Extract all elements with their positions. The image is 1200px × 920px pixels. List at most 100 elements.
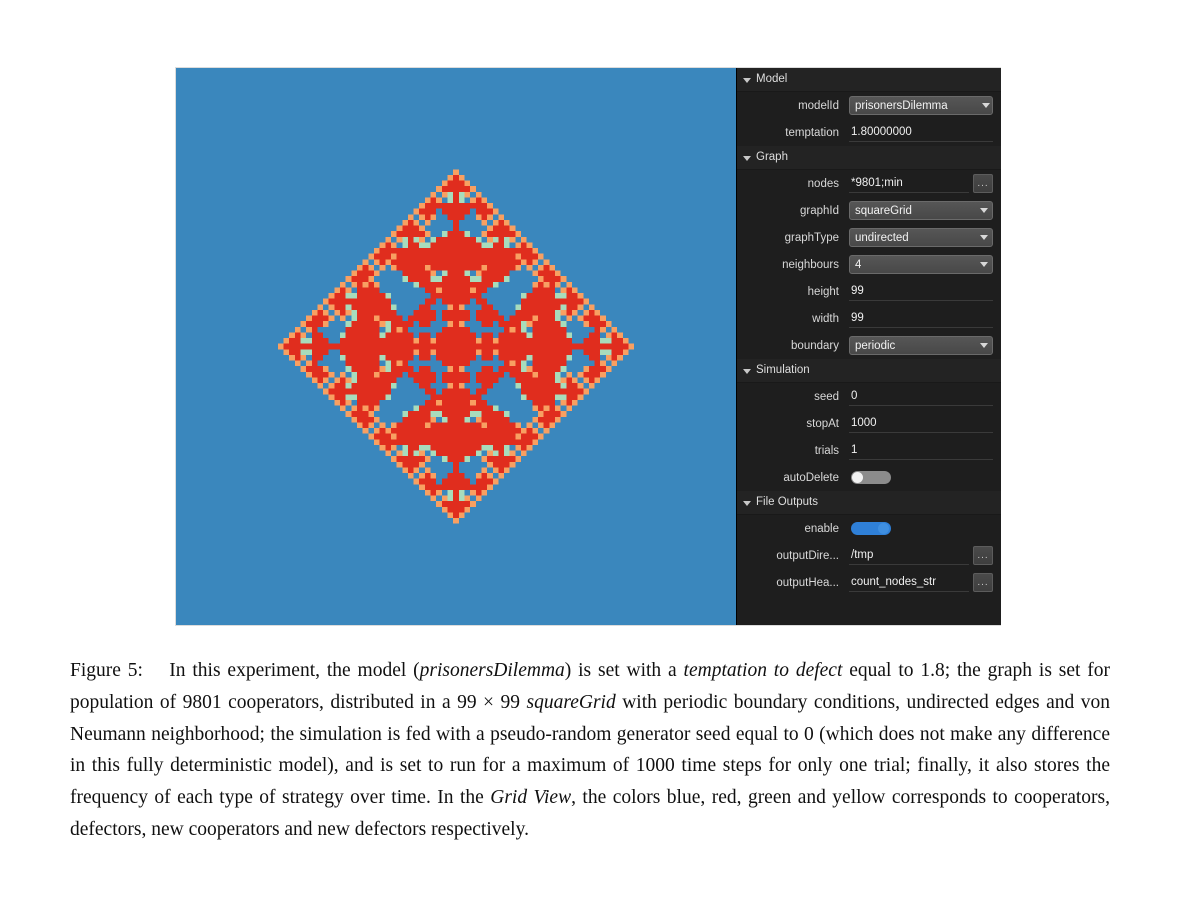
- chevron-down-icon: [980, 262, 988, 267]
- grid-canvas[interactable]: [176, 68, 736, 625]
- input-width[interactable]: 99: [849, 309, 993, 328]
- caption-emphasis: squareGrid: [526, 691, 616, 713]
- property-label: graphId: [799, 204, 839, 217]
- combo-value: squareGrid: [855, 204, 912, 217]
- property-row: stopAt 1000: [737, 410, 1001, 437]
- property-row: outputHea... count_nodes_str...: [737, 569, 1001, 596]
- property-label: height: [807, 285, 839, 298]
- property-label: temptation: [785, 126, 839, 139]
- property-label: autoDelete: [783, 471, 839, 484]
- property-label: outputDire...: [776, 549, 839, 562]
- property-row: graphType undirected: [737, 224, 1001, 251]
- input-temptation[interactable]: 1.80000000: [849, 123, 993, 142]
- property-label: trials: [814, 444, 839, 457]
- section-header-file-outputs[interactable]: File Outputs: [737, 491, 1001, 515]
- combo-modelId[interactable]: prisonersDilemma: [849, 96, 993, 115]
- toggle-autoDelete[interactable]: [851, 471, 891, 484]
- browse-button-outputDire...[interactable]: ...: [973, 546, 993, 565]
- property-field: 0: [849, 387, 993, 406]
- chevron-down-icon: [980, 343, 988, 348]
- section-header-graph[interactable]: Graph: [737, 146, 1001, 170]
- property-row: width 99: [737, 305, 1001, 332]
- properties-panel: Model modelId prisonersDilemma temptation 1.…: [736, 68, 1001, 625]
- combo-neighbours[interactable]: 4: [849, 255, 993, 274]
- property-field: 1: [849, 441, 993, 460]
- property-label: stopAt: [806, 417, 839, 430]
- chevron-down-icon: [982, 103, 990, 108]
- browse-button-outputHea...[interactable]: ...: [973, 573, 993, 592]
- property-row: temptation 1.80000000: [737, 119, 1001, 146]
- section-title: File Outputs: [756, 496, 818, 508]
- caption-text: In this experiment, the model (prisoners…: [70, 660, 1110, 840]
- property-field: 99: [849, 309, 993, 328]
- toggle-knob: [852, 472, 863, 483]
- combo-graphId[interactable]: squareGrid: [849, 201, 993, 220]
- section-title: Simulation: [756, 364, 810, 376]
- input-nodes[interactable]: *9801;min: [849, 174, 969, 193]
- section-header-model[interactable]: Model: [737, 68, 1001, 92]
- property-row: enable: [737, 515, 1001, 542]
- property-field: count_nodes_str...: [849, 573, 993, 592]
- property-row: neighbours 4: [737, 251, 1001, 278]
- property-field: *9801;min...: [849, 174, 993, 193]
- triangle-down-icon: [743, 77, 751, 83]
- property-field: squareGrid: [849, 201, 993, 220]
- property-field: 1.80000000: [849, 123, 993, 142]
- section-title: Graph: [756, 151, 788, 163]
- caption-emphasis: Grid View: [490, 787, 572, 809]
- triangle-down-icon: [743, 155, 751, 161]
- combo-value: undirected: [855, 231, 909, 244]
- chevron-down-icon: [980, 235, 988, 240]
- input-seed[interactable]: 0: [849, 387, 993, 406]
- property-label: outputHea...: [776, 576, 839, 589]
- property-row: graphId squareGrid: [737, 197, 1001, 224]
- property-field: undirected: [849, 228, 993, 247]
- input-height[interactable]: 99: [849, 282, 993, 301]
- combo-value: prisonersDilemma: [855, 99, 948, 112]
- property-label: width: [812, 312, 839, 325]
- combo-graphType[interactable]: undirected: [849, 228, 993, 247]
- figure-container: Model modelId prisonersDilemma temptation 1.…: [176, 68, 1001, 625]
- triangle-down-icon: [743, 500, 751, 506]
- property-row: nodes *9801;min...: [737, 170, 1001, 197]
- property-field: 99: [849, 282, 993, 301]
- grid-view-visualization[interactable]: [176, 68, 736, 625]
- chevron-down-icon: [980, 208, 988, 213]
- triangle-down-icon: [743, 368, 751, 374]
- browse-button-nodes[interactable]: ...: [973, 174, 993, 193]
- section-header-simulation[interactable]: Simulation: [737, 359, 1001, 383]
- property-field: 1000: [849, 414, 993, 433]
- property-row: outputDire... /tmp...: [737, 542, 1001, 569]
- property-row: height 99: [737, 278, 1001, 305]
- property-row: trials 1: [737, 437, 1001, 464]
- property-label: boundary: [791, 339, 839, 352]
- property-label: graphType: [784, 231, 839, 244]
- input-outputDire...[interactable]: /tmp: [849, 546, 969, 565]
- property-field: prisonersDilemma: [849, 96, 993, 115]
- property-label: nodes: [807, 177, 839, 190]
- property-label: seed: [814, 390, 839, 403]
- input-stopAt[interactable]: 1000: [849, 414, 993, 433]
- property-field: [849, 468, 993, 487]
- combo-value: periodic: [855, 339, 896, 352]
- property-row: seed 0: [737, 383, 1001, 410]
- input-outputHea...[interactable]: count_nodes_str: [849, 573, 969, 592]
- property-field: periodic: [849, 336, 993, 355]
- caption-span: In this experiment, the model (: [169, 660, 420, 681]
- input-trials[interactable]: 1: [849, 441, 993, 460]
- property-row: modelId prisonersDilemma: [737, 92, 1001, 119]
- property-row: boundary periodic: [737, 332, 1001, 359]
- section-title: Model: [756, 73, 788, 85]
- property-field: 4: [849, 255, 993, 274]
- combo-boundary[interactable]: periodic: [849, 336, 993, 355]
- caption-label: Figure 5:: [70, 660, 163, 681]
- property-field: [849, 519, 993, 538]
- combo-value: 4: [855, 258, 862, 271]
- caption-span: ) is set with a: [564, 660, 684, 681]
- caption-emphasis: prisonersDilemma: [419, 660, 565, 681]
- toggle-enable[interactable]: [851, 522, 891, 535]
- property-label: enable: [804, 522, 839, 535]
- property-row: autoDelete: [737, 464, 1001, 491]
- property-field: /tmp...: [849, 546, 993, 565]
- property-label: modelId: [798, 99, 839, 112]
